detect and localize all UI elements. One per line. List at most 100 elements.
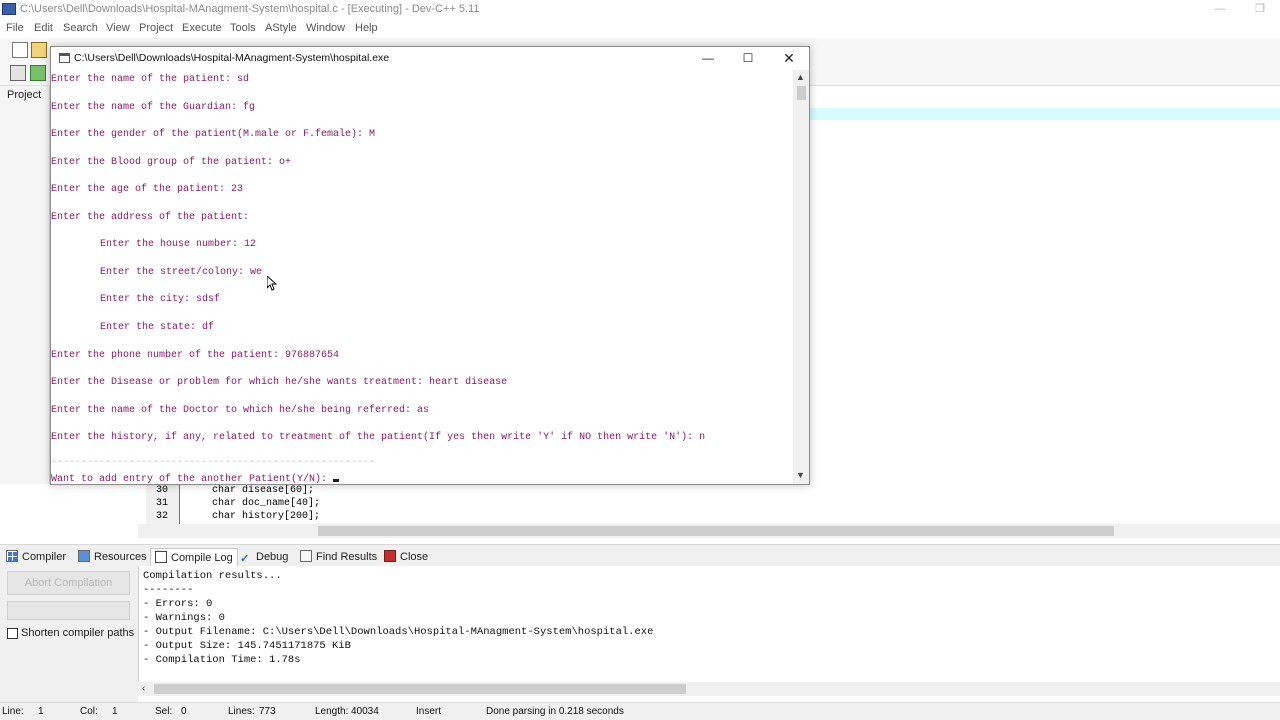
tab-find-results-label: Find Results: [316, 551, 378, 563]
console-line: Enter the street/colony: we: [100, 267, 263, 278]
console-line: Enter the house number: 12: [100, 239, 257, 250]
code-line[interactable]: char history[200];: [212, 510, 320, 523]
menu-astyle[interactable]: AStyle: [265, 22, 297, 34]
console-vertical-scrollbar[interactable]: ▲ ▼: [793, 70, 809, 484]
status-insert-mode: Insert: [416, 706, 442, 717]
open-file-icon[interactable]: [31, 42, 47, 58]
console-line: Enter the gender of the patient(M.male o…: [51, 129, 376, 140]
console-titlebar: C:\Users\Dell\Downloads\Hospital-MAnagme…: [51, 47, 809, 70]
menu-project[interactable]: Project: [139, 22, 173, 34]
log-line: - Warnings: 0: [143, 612, 225, 624]
line-number: 31: [155, 498, 168, 509]
tab-close-label: Close: [400, 551, 429, 563]
shorten-paths-checkbox[interactable]: [7, 628, 18, 639]
ide-window-title: C:\Users\Dell\Downloads\Hospital-MAnagme…: [20, 3, 480, 15]
console-title: C:\Users\Dell\Downloads\Hospital-MAnagme…: [74, 52, 390, 64]
status-length-label: Length:: [315, 706, 349, 717]
status-col-label: Col:: [80, 706, 98, 717]
project-panel: Project: [0, 86, 50, 484]
log-line: - Compilation Time: 1.78s: [143, 654, 301, 666]
tab-compile-log[interactable]: Compile Log: [150, 548, 238, 566]
log-horizontal-scrollbar[interactable]: ‹: [138, 682, 1280, 696]
text-cursor: [333, 479, 340, 482]
compile-log-chart-icon: [155, 551, 167, 563]
console-line: Enter the address of the patient:: [51, 212, 250, 223]
ide-restore-button[interactable]: ❐: [1248, 1, 1272, 17]
status-col-value: 1: [112, 706, 118, 717]
compile-log[interactable]: Compilation results... -------- - Errors…: [138, 566, 1280, 682]
console-separator: ----------------------------------------…: [51, 457, 376, 468]
console-line: Enter the history, if any, related to tr…: [51, 432, 706, 443]
console-maximize-button[interactable]: ☐: [728, 47, 768, 69]
menu-file[interactable]: File: [6, 22, 24, 34]
console-window: C:\Users\Dell\Downloads\Hospital-MAnagme…: [50, 46, 810, 485]
tab-close[interactable]: Close: [384, 548, 428, 566]
ide-titlebar: C:\Users\Dell\Downloads\Hospital-MAnagme…: [0, 0, 1280, 20]
mouse-pointer-icon: [266, 274, 278, 291]
tab-compiler-label: Compiler: [22, 551, 67, 563]
console-line: Enter the city: sdsf: [100, 294, 221, 305]
close-panel-icon: [384, 550, 396, 562]
status-bar: Line: 1 Col: 1 Sel: 0 Lines: 773 Length:…: [0, 702, 1280, 720]
tab-debug-label: Debug: [256, 551, 289, 563]
scroll-left-icon[interactable]: ‹: [142, 682, 145, 696]
code-line[interactable]: char disease[60];: [212, 484, 314, 497]
console-line: Enter the name of the patient: sd: [51, 74, 250, 85]
tab-find-results[interactable]: Find Results: [300, 548, 377, 566]
tab-resources-label: Resources: [94, 551, 147, 563]
menu-window[interactable]: Window: [306, 22, 345, 34]
devcpp-app-icon: [2, 3, 16, 15]
log-line: - Output Filename: C:\Users\Dell\Downloa…: [143, 626, 654, 638]
console-output[interactable]: Enter the name of the patient: sd Enter …: [51, 70, 793, 484]
bottom-panel-tabs: Compiler Resources Compile Log ✓ Debug Fi…: [0, 544, 1280, 566]
console-prompt-line[interactable]: Want to add entry of the another Patient…: [51, 473, 340, 484]
console-line: Enter the name of the Doctor to which he…: [51, 405, 430, 416]
menu-edit[interactable]: Edit: [34, 22, 53, 34]
console-line: Enter the Blood group of the patient: o+: [51, 157, 292, 168]
new-file-icon[interactable]: [12, 42, 28, 58]
tab-compile-log-label: Compile Log: [171, 552, 233, 564]
log-scroll-thumb[interactable]: [154, 684, 686, 694]
tab-compiler[interactable]: Compiler: [6, 548, 66, 566]
status-lines-label: Lines:: [228, 706, 255, 717]
active-line-highlight: [810, 108, 1280, 120]
status-line-label: Line:: [2, 706, 24, 717]
log-line: - Errors: 0: [143, 598, 213, 610]
scroll-up-icon[interactable]: ▲: [796, 72, 805, 82]
scroll-down-icon[interactable]: ▼: [796, 470, 805, 480]
editor-horizontal-scrollbar[interactable]: [138, 524, 1280, 538]
find-results-icon: [300, 550, 312, 562]
abort-compilation-button[interactable]: Abort Compilation: [7, 571, 130, 595]
status-sel-value: 0: [181, 706, 187, 717]
menu-execute[interactable]: Execute: [182, 22, 222, 34]
code-line[interactable]: char doc_name[40];: [212, 497, 320, 510]
resources-icon: [78, 550, 90, 562]
compiler-grid-icon: [6, 550, 18, 562]
line-number: 32: [155, 511, 168, 522]
tab-debug[interactable]: ✓ Debug: [240, 548, 288, 566]
console-line: Enter the age of the patient: 23: [51, 184, 244, 195]
log-line: Compilation results...: [143, 570, 282, 582]
console-line: Enter the Disease or problem for which h…: [51, 377, 508, 388]
status-lines-value: 773: [259, 706, 276, 717]
menu-search[interactable]: Search: [63, 22, 98, 34]
menu-tools[interactable]: Tools: [230, 22, 256, 34]
console-line: Enter the phone number of the patient: 9…: [51, 350, 340, 361]
tab-project[interactable]: Project: [7, 89, 41, 101]
console-close-button[interactable]: ✕: [769, 47, 809, 69]
status-message: Done parsing in 0.218 seconds: [486, 706, 624, 717]
console-minimize-button[interactable]: —: [688, 47, 728, 69]
status-length-value: 40034: [351, 706, 379, 717]
ide-minimize-button[interactable]: —: [1208, 1, 1232, 17]
class-browser-icon[interactable]: [10, 65, 26, 81]
editor-scroll-thumb[interactable]: [318, 526, 1114, 536]
menu-view[interactable]: View: [106, 22, 130, 34]
menu-bar: File Edit Search View Project Execute To…: [0, 20, 1280, 38]
run-icon[interactable]: [30, 65, 46, 81]
menu-help[interactable]: Help: [355, 22, 378, 34]
console-app-icon: [59, 53, 70, 63]
tab-resources[interactable]: Resources: [78, 548, 147, 566]
console-scroll-thumb[interactable]: [797, 86, 806, 100]
console-line: Enter the state: df: [100, 322, 215, 333]
log-line: - Output Size: 145.7451171875 KiB: [143, 640, 351, 652]
